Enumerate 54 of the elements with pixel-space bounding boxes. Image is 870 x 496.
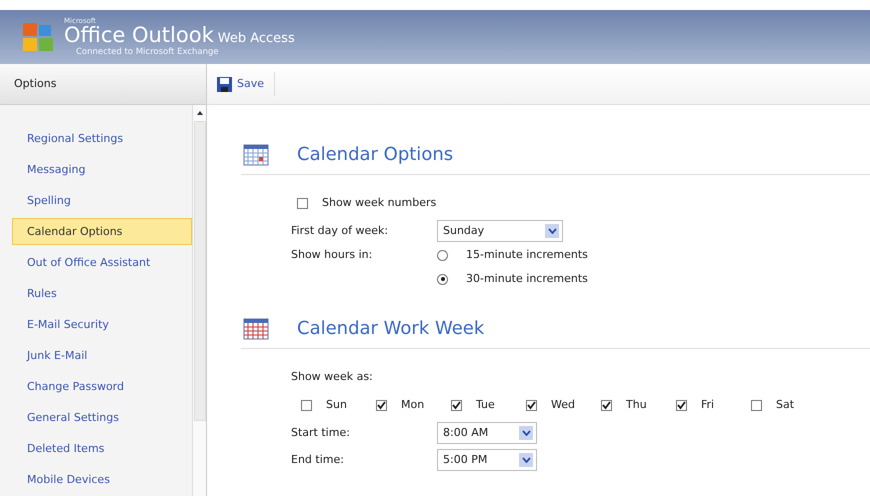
- checkbox-label: Mon: [401, 396, 424, 413]
- sidebar-item[interactable]: Mobile Devices: [12, 466, 192, 493]
- sidebar-item[interactable]: Out of Office Assistant: [12, 249, 192, 276]
- product-title: Office Outlook: [64, 24, 214, 46]
- start-time-dropdown[interactable]: 8:00 AM: [437, 422, 537, 444]
- checkbox[interactable]: [376, 400, 387, 410]
- radio-label: 30-minute increments: [466, 270, 588, 287]
- scrollbar[interactable]: [192, 105, 206, 496]
- sidebar-item[interactable]: E-Mail Security: [12, 311, 192, 338]
- sidebar-item[interactable]: Rules: [12, 280, 192, 307]
- field-label: Show hours in:: [291, 248, 372, 261]
- save-button[interactable]: Save: [213, 72, 276, 96]
- scroll-up-icon[interactable]: [196, 109, 204, 117]
- sidebar-item[interactable]: Messaging: [12, 156, 192, 183]
- sidebar-item[interactable]: Change Password: [12, 373, 192, 400]
- field-label: End time:: [291, 452, 344, 466]
- checkbox-label: Wed: [551, 396, 575, 413]
- dropdown-caret-icon: [522, 457, 530, 463]
- sidebar-item[interactable]: Spelling: [12, 187, 192, 214]
- end-time-dropdown[interactable]: 5:00 PM: [437, 449, 537, 471]
- checkbox[interactable]: [297, 198, 308, 208]
- section-title: Calendar Work Week: [297, 317, 484, 341]
- checkbox-label: Show week numbers: [322, 194, 436, 211]
- field-label: First day of week:: [291, 224, 388, 237]
- radio-button[interactable]: [437, 274, 448, 284]
- checkbox[interactable]: [676, 400, 687, 410]
- dropdown-caret-icon: [522, 430, 530, 436]
- checkbox-label: Fri: [701, 396, 714, 413]
- checkbox-label: Sat: [776, 396, 794, 413]
- radio-button[interactable]: [437, 250, 448, 260]
- checkbox-label: Thu: [626, 396, 647, 413]
- field-label: Show week as:: [291, 368, 373, 385]
- checkbox-label: Sun: [326, 396, 347, 413]
- sidebar-item[interactable]: Deleted Items: [12, 435, 192, 462]
- checkbox[interactable]: [751, 400, 762, 410]
- sidebar-title: Options: [14, 76, 56, 92]
- product-suffix: Web Access: [218, 32, 295, 45]
- checkbox[interactable]: [601, 400, 612, 410]
- dropdown-caret-icon: [548, 228, 556, 234]
- checkbox-label: Tue: [476, 396, 495, 413]
- calendar-icon: [243, 318, 269, 340]
- connection-subtitle: Connected to Microsoft Exchange: [76, 48, 220, 56]
- field-label: Start time:: [291, 426, 350, 439]
- first-day-dropdown[interactable]: Sunday: [437, 220, 563, 242]
- calendar-icon: [243, 144, 269, 166]
- checkbox[interactable]: [301, 400, 312, 410]
- sidebar-item[interactable]: Regional Settings: [12, 125, 192, 152]
- sidebar-item[interactable]: General Settings: [12, 404, 192, 431]
- sidebar-item[interactable]: Calendar Options: [12, 218, 192, 245]
- radio-label: 15-minute increments: [466, 246, 588, 263]
- sidebar-item[interactable]: Junk E-Mail: [12, 342, 192, 369]
- checkbox[interactable]: [526, 400, 537, 410]
- checkbox[interactable]: [451, 400, 462, 410]
- section-title: Calendar Options: [297, 143, 454, 167]
